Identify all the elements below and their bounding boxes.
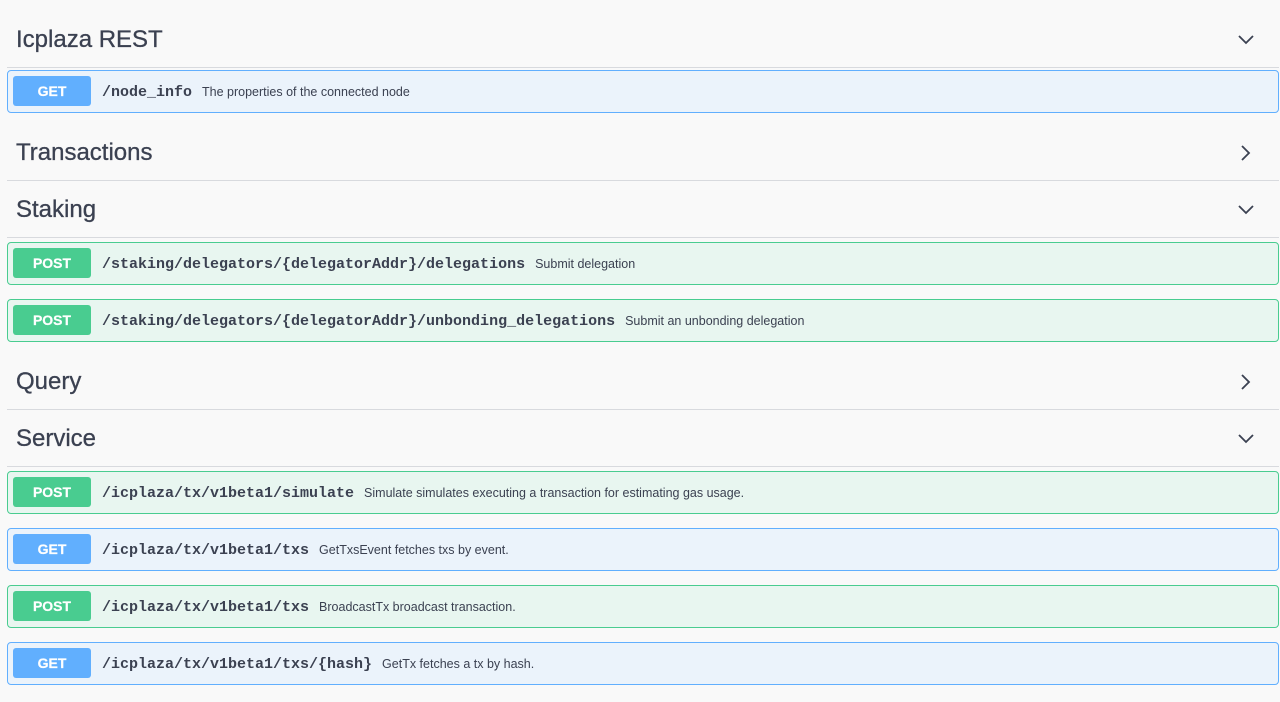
- method-badge: POST: [13, 591, 91, 621]
- operation-summary: /icplaza/tx/v1beta1/txs/{hash} GetTx fetc…: [102, 643, 534, 684]
- operation-summary: /icplaza/tx/v1beta1/txs BroadcastTx broad…: [102, 586, 516, 627]
- section-header-query[interactable]: Query: [7, 354, 1279, 410]
- section-header-transactions[interactable]: Transactions: [7, 125, 1279, 181]
- method-badge: GET: [13, 534, 91, 564]
- operation-description: Submit an unbonding delegation: [625, 314, 805, 328]
- operation-summary: /staking/delegators/{delegatorAddr}/dele…: [102, 243, 635, 284]
- operation-get-node-info[interactable]: GET /node_info The properties of the conn…: [7, 70, 1279, 113]
- operation-post-simulate[interactable]: POST /icplaza/tx/v1beta1/simulate Simulat…: [7, 471, 1279, 514]
- section-title: Transactions: [16, 139, 153, 166]
- section-header-icplaza-rest[interactable]: Icplaza REST: [7, 12, 1279, 68]
- section-header-service[interactable]: Service: [7, 411, 1279, 467]
- method-badge: POST: [13, 477, 91, 507]
- operation-description: GetTx fetches a tx by hash.: [382, 657, 535, 671]
- operation-get-txs[interactable]: GET /icplaza/tx/v1beta1/txs GetTxsEvent f…: [7, 528, 1279, 571]
- section-title: Icplaza REST: [16, 26, 163, 53]
- operation-post-unbonding-delegations[interactable]: POST /staking/delegators/{delegatorAddr}…: [7, 299, 1279, 342]
- section-title: Query: [16, 368, 82, 395]
- operation-description: Submit delegation: [535, 257, 636, 271]
- chevron-right-icon[interactable]: [1235, 371, 1257, 393]
- operation-description: GetTxsEvent fetches txs by event.: [319, 543, 509, 557]
- operation-path: /icplaza/tx/v1beta1/txs/{hash}: [102, 656, 373, 673]
- operation-post-delegations[interactable]: POST /staking/delegators/{delegatorAddr}…: [7, 242, 1279, 285]
- operation-path: /icplaza/tx/v1beta1/txs: [102, 599, 310, 616]
- operation-summary: /icplaza/tx/v1beta1/txs GetTxsEvent fetch…: [102, 529, 509, 570]
- operation-get-tx-by-hash[interactable]: GET /icplaza/tx/v1beta1/txs/{hash} GetTx …: [7, 642, 1279, 685]
- chevron-down-icon[interactable]: [1235, 428, 1257, 450]
- operation-path: /staking/delegators/{delegatorAddr}/unbo…: [102, 313, 616, 330]
- section-title: Staking: [16, 196, 97, 223]
- method-badge: GET: [13, 76, 91, 106]
- operation-path: /icplaza/tx/v1beta1/txs: [102, 542, 310, 559]
- section-header-staking[interactable]: Staking: [7, 182, 1279, 238]
- chevron-right-icon[interactable]: [1235, 142, 1257, 164]
- operation-description: Simulate simulates executing a transacti…: [364, 486, 745, 500]
- api-docs-page: Icplaza REST GET /node_info The propertie…: [0, 0, 1280, 702]
- operation-summary: /icplaza/tx/v1beta1/simulate Simulate sim…: [102, 472, 744, 513]
- section-title: Service: [16, 425, 97, 452]
- operation-path: /icplaza/tx/v1beta1/simulate: [102, 485, 355, 502]
- operation-summary: /staking/delegators/{delegatorAddr}/unbo…: [102, 300, 804, 341]
- operation-description: BroadcastTx broadcast transaction.: [319, 600, 516, 614]
- method-badge: POST: [13, 305, 91, 335]
- chevron-down-icon[interactable]: [1235, 199, 1257, 221]
- method-badge: GET: [13, 648, 91, 678]
- chevron-down-icon[interactable]: [1235, 29, 1257, 51]
- operation-path: /node_info: [102, 84, 193, 101]
- operation-summary: /node_info The properties of the connecte…: [102, 71, 410, 112]
- operation-description: The properties of the connected node: [202, 85, 410, 99]
- operation-path: /staking/delegators/{delegatorAddr}/dele…: [102, 256, 526, 273]
- method-badge: POST: [13, 248, 91, 278]
- operation-post-txs[interactable]: POST /icplaza/tx/v1beta1/txs BroadcastTx …: [7, 585, 1279, 628]
